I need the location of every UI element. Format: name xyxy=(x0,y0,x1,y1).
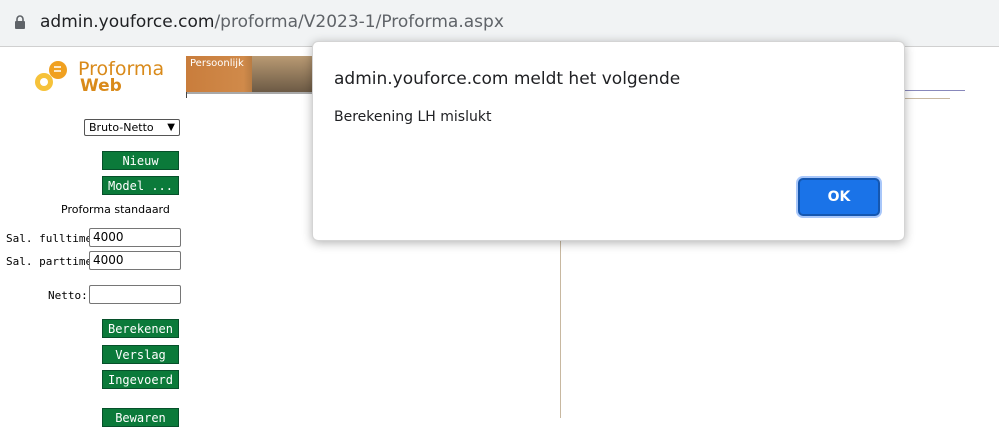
netto-field[interactable] xyxy=(89,285,181,304)
parttime-salary-field[interactable]: 4000 xyxy=(89,251,181,270)
save-button[interactable]: Bewaren xyxy=(102,408,179,427)
netto-label: Netto: xyxy=(48,289,88,302)
browser-address-bar[interactable]: admin.youforce.com/proforma/V2023-1/Prof… xyxy=(0,0,999,47)
tab-persoonlijk[interactable]: Persoonlijk xyxy=(186,56,314,94)
divider-line xyxy=(900,98,950,99)
model-button[interactable]: Model ... xyxy=(102,176,179,195)
calculate-button[interactable]: Berekenen xyxy=(102,319,179,338)
alert-dialog: admin.youforce.com meldt het volgende Be… xyxy=(312,41,905,241)
logo-word-web: Web xyxy=(80,76,122,96)
dialog-message: Berekening LH mislukt xyxy=(334,109,492,125)
vertical-divider xyxy=(560,238,561,418)
new-button[interactable]: Nieuw xyxy=(102,151,179,170)
url-host: admin.youforce.com xyxy=(40,12,215,32)
chevron-down-icon: ▼ xyxy=(167,122,175,133)
url-text[interactable]: admin.youforce.com/proforma/V2023-1/Prof… xyxy=(40,12,504,32)
proforma-name-label: Proforma standaard xyxy=(61,203,170,216)
parttime-salary-label: Sal. parttime: xyxy=(6,255,99,268)
tab-persoonlijk-label: Persoonlijk xyxy=(190,58,244,69)
entered-button[interactable]: Ingevoerd xyxy=(102,370,179,389)
url-path: /proforma/V2023-1/Proforma.aspx xyxy=(214,12,504,32)
mode-select-value: Bruto-Netto xyxy=(89,121,154,134)
fulltime-salary-field[interactable]: 4000 xyxy=(89,228,181,247)
lock-icon[interactable] xyxy=(14,14,26,30)
report-button[interactable]: Verslag xyxy=(102,345,179,364)
ok-button[interactable]: OK xyxy=(798,178,880,216)
tab-divider xyxy=(186,92,187,98)
dialog-title: admin.youforce.com meldt het volgende xyxy=(334,69,681,89)
calculation-mode-select[interactable]: Bruto-Netto ▼ xyxy=(84,119,180,136)
divider-line xyxy=(900,90,965,91)
tab-photo xyxy=(252,56,314,92)
fulltime-salary-label: Sal. fulltime: xyxy=(6,232,99,245)
